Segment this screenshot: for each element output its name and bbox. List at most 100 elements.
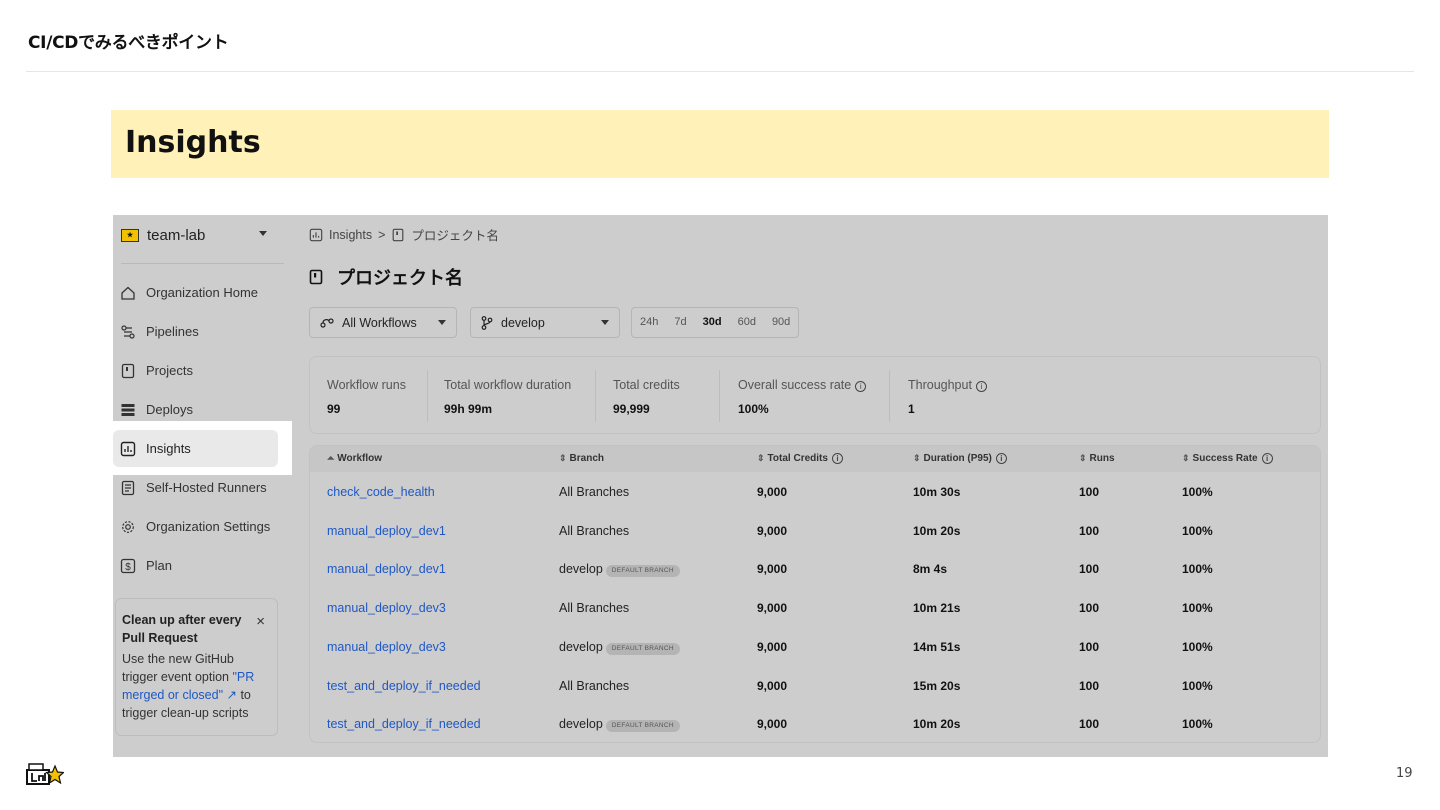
sidebar-item-label: Projects — [146, 363, 193, 378]
credits-cell: 9,000 — [757, 562, 788, 577]
close-icon[interactable]: × — [256, 613, 265, 631]
runner-icon — [120, 480, 136, 496]
sidebar-item-insights[interactable]: Insights — [113, 421, 292, 475]
workflow-select[interactable]: All Workflows — [309, 307, 457, 338]
credits-cell: 9,000 — [757, 601, 788, 616]
stat-divider — [595, 370, 596, 422]
info-icon[interactable]: i — [855, 381, 867, 392]
sidebar-item-organization-home[interactable]: Organization Home — [113, 274, 283, 311]
page-title: プロジェクト名 — [309, 264, 463, 290]
stat-divider — [719, 370, 720, 422]
workflow-link[interactable]: check_code_health — [327, 485, 435, 499]
promo-text: Use the new GitHub trigger event option — [122, 652, 234, 684]
info-icon[interactable]: i — [831, 453, 843, 464]
sidebar-item-label: Organization Settings — [146, 519, 271, 534]
workflow-link[interactable]: manual_deploy_dev1 — [327, 524, 446, 538]
stat-value: 100% — [738, 402, 769, 416]
workflow-link[interactable]: manual_deploy_dev1 — [327, 562, 446, 576]
promo-body: Use the new GitHub trigger event option … — [122, 650, 271, 722]
sidebar-item-organization-settings[interactable]: Organization Settings — [113, 508, 283, 545]
workflow-link[interactable]: test_and_deploy_if_needed — [327, 679, 481, 693]
sidebar-item-plan[interactable]: $ Plan — [113, 547, 283, 584]
teamlab-logo — [26, 763, 64, 785]
sidebar-item-label: Self-Hosted Runners — [146, 480, 267, 495]
branch-select[interactable]: develop — [470, 307, 620, 338]
sidebar-item-label: Organization Home — [146, 285, 258, 300]
table-row: check_code_health All Branches 9,000 10m 30… — [310, 474, 1320, 513]
breadcrumb-separator: > — [378, 227, 386, 242]
default-branch-badge: DEFAULT BRANCH — [605, 642, 680, 655]
sidebar-item-projects[interactable]: Projects — [113, 352, 283, 389]
range-90d[interactable]: 90d — [764, 308, 798, 337]
info-icon[interactable]: i — [1261, 453, 1273, 464]
project-icon — [120, 363, 136, 379]
workflow-icon — [320, 317, 334, 328]
dollar-icon: $ — [120, 558, 136, 574]
range-60d[interactable]: 60d — [730, 308, 764, 337]
svg-text:$: $ — [125, 562, 131, 573]
workflow-link[interactable]: manual_deploy_dev3 — [327, 640, 446, 654]
sidebar-item-self-hosted-runners[interactable]: Self-Hosted Runners — [113, 469, 283, 506]
table-header: ⏶ Workflow ⇕ Branch ⇕ Total Credits i ⇕ Duration… — [310, 446, 1320, 472]
branch-icon — [481, 315, 493, 330]
info-icon[interactable]: i — [975, 381, 987, 392]
pipelines-icon — [120, 324, 136, 340]
duration-cell: 10m 30s — [913, 485, 961, 499]
stat-label: Overall success rate i — [738, 378, 867, 392]
stat-label: Total credits — [613, 378, 680, 392]
duration-cell: 10m 20s — [913, 523, 961, 538]
banner-title: Insights — [125, 125, 261, 160]
info-icon[interactable]: i — [995, 453, 1007, 464]
project-icon — [393, 228, 404, 241]
column-header-success-rate[interactable]: ⇕ Success Rate i — [1182, 453, 1273, 464]
breadcrumb-insights[interactable]: Insights — [329, 228, 372, 242]
deploys-icon — [120, 402, 136, 418]
home-icon — [120, 285, 136, 301]
chevron-down-icon — [601, 320, 609, 325]
success-rate-cell: 100% — [1182, 601, 1213, 616]
breadcrumb-project: プロジェクト名 — [411, 229, 499, 243]
column-header-duration-p95[interactable]: ⇕ Duration (P95) i — [913, 453, 1007, 464]
workflow-link[interactable]: test_and_deploy_if_needed — [327, 717, 481, 731]
runs-cell: 100 — [1079, 678, 1100, 693]
gear-icon — [120, 519, 136, 535]
branch-cell: develop DEFAULT BRANCH — [559, 640, 680, 655]
range-7d[interactable]: 7d — [666, 308, 694, 337]
sidebar-item-pipelines[interactable]: Pipelines — [113, 313, 283, 350]
range-24h[interactable]: 24h — [632, 308, 666, 337]
stat-value: 99,999 — [613, 402, 650, 416]
org-switcher[interactable]: ★ team-lab — [121, 225, 271, 245]
stat-label: Workflow runs — [327, 378, 406, 392]
page-title-text: プロジェクト名 — [337, 268, 463, 288]
column-header-branch[interactable]: ⇕ Branch — [559, 453, 604, 464]
success-rate-cell: 100% — [1182, 523, 1213, 538]
default-branch-badge: DEFAULT BRANCH — [605, 720, 680, 733]
app-screenshot: ★ team-lab Organization Home Pipelines Pro… — [113, 215, 1328, 757]
sort-icon: ⇕ — [913, 453, 921, 463]
sidebar-item-active-bg: Insights — [113, 430, 278, 467]
column-header-total-credits[interactable]: ⇕ Total Credits i — [757, 453, 843, 464]
project-icon — [309, 269, 323, 285]
success-rate-cell: 100% — [1182, 562, 1213, 577]
column-header-workflow[interactable]: ⏶ Workflow — [327, 453, 382, 464]
credits-cell: 9,000 — [757, 639, 788, 654]
table-row: manual_deploy_dev3 develop DEFAULT BRANCH 9… — [310, 629, 1320, 668]
sidebar-item-label: Pipelines — [146, 324, 199, 339]
workflow-table: ⏶ Workflow ⇕ Branch ⇕ Total Credits i ⇕ Duration… — [309, 445, 1321, 743]
header-divider — [26, 71, 1414, 72]
success-rate-cell: 100% — [1182, 485, 1213, 499]
runs-cell: 100 — [1079, 485, 1100, 499]
credits-cell: 9,000 — [757, 485, 788, 499]
column-header-runs[interactable]: ⇕ Runs — [1079, 453, 1115, 464]
slide-header: CI/CDでみるべきポイント — [28, 33, 229, 53]
duration-cell: 10m 21s — [913, 601, 961, 616]
table-row: manual_deploy_dev1 develop DEFAULT BRANCH 9… — [310, 551, 1320, 590]
table-row: manual_deploy_dev1 All Branches 9,000 10m 2… — [310, 513, 1320, 552]
duration-cell: 15m 20s — [913, 678, 961, 693]
table-row: test_and_deploy_if_needed All Branches 9,0… — [310, 668, 1320, 707]
workflow-link[interactable]: manual_deploy_dev3 — [327, 601, 446, 615]
sidebar-item-label: Deploys — [146, 402, 193, 417]
range-30d[interactable]: 30d — [695, 308, 730, 337]
credits-cell: 9,000 — [757, 678, 788, 693]
page-number: 19 — [1396, 766, 1413, 781]
